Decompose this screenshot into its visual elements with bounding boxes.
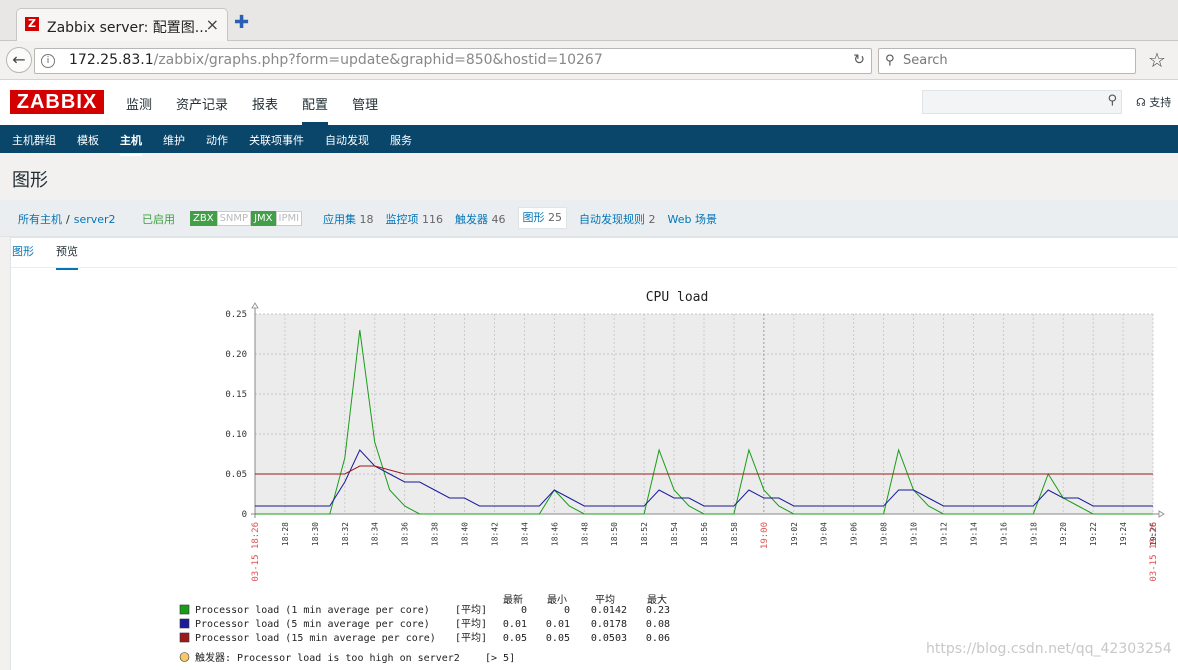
- legend-agg: [平均]: [455, 604, 487, 616]
- x-tick-label: 19:04: [820, 522, 829, 546]
- x-axis-arrow: [1158, 510, 1165, 518]
- legend-min: 0.05: [546, 633, 570, 644]
- legend-agg: [平均]: [455, 618, 487, 630]
- x-tick-label: 18:50: [610, 522, 619, 546]
- legend-swatch: [179, 618, 190, 629]
- legend-trigger-cond: [> 5]: [485, 653, 515, 664]
- legend-max: 0.08: [646, 619, 670, 630]
- legend-min: 0.01: [546, 619, 570, 630]
- x-tick-label: 18:58: [730, 522, 739, 546]
- x-date-label: 03-15 18:26: [251, 522, 261, 582]
- legend-series-name: Processor load (1 min average per core): [195, 605, 430, 616]
- watermark: https://blog.csdn.net/qq_42303254: [926, 641, 1172, 657]
- x-tick-label: 18:46: [550, 522, 559, 546]
- x-tick-label: 19:00: [760, 522, 770, 549]
- x-tick-label: 18:42: [490, 522, 499, 546]
- x-tick-label: 19:02: [790, 522, 799, 546]
- x-tick-label: 19:24: [1119, 522, 1128, 546]
- x-tick-label: 19:16: [999, 522, 1008, 546]
- y-tick-label: 0.15: [225, 390, 247, 400]
- legend-avg: 0.0503: [591, 633, 627, 644]
- trigger-icon: [179, 652, 190, 662]
- x-tick-label: 18:48: [580, 522, 589, 546]
- legend-agg: [平均]: [455, 632, 487, 644]
- x-tick-label: 19:20: [1059, 522, 1068, 546]
- legend-series-name: Processor load (5 min average per core): [195, 619, 430, 630]
- legend-min: 0: [564, 605, 570, 616]
- x-tick-label: 18:52: [640, 522, 649, 546]
- legend-max: 0.06: [646, 633, 670, 644]
- x-tick-label: 18:54: [670, 522, 679, 546]
- legend-last: 0: [521, 605, 527, 616]
- x-tick-label: 18:44: [520, 522, 529, 546]
- legend-avg: 0.0142: [591, 605, 627, 616]
- legend-max: 0.23: [646, 605, 670, 616]
- cpu-load-graph: CPU load 0.25 0.20 0.15 0.10 0.05 0 18:28 18:30 1…: [179, 290, 1165, 664]
- x-tick-label: 18:28: [281, 522, 290, 546]
- x-tick-label: 19:06: [850, 522, 859, 546]
- x-tick-label: 19:22: [1089, 522, 1098, 546]
- x-tick-label: 19:18: [1029, 522, 1038, 546]
- chart-title: CPU load: [646, 290, 709, 305]
- x-tick-label: 19:12: [939, 522, 948, 546]
- legend-swatch: [179, 632, 190, 643]
- legend-avg: 0.0178: [591, 619, 627, 630]
- y-tick-label: 0: [242, 510, 247, 520]
- y-axis-arrow: [251, 302, 259, 309]
- legend-last: 0.05: [503, 633, 527, 644]
- x-tick-label: 18:40: [461, 522, 470, 546]
- x-tick-label: 18:30: [311, 522, 320, 546]
- x-tick-label: 18:32: [341, 522, 350, 546]
- x-tick-label: 18:36: [401, 522, 410, 546]
- legend-last: 0.01: [503, 619, 527, 630]
- y-tick-label: 0.20: [225, 350, 247, 360]
- y-tick-label: 0.10: [225, 430, 247, 440]
- legend-trigger: 触发器: Processor load is too high on serve…: [195, 651, 460, 664]
- x-tick-label: 19:10: [910, 522, 919, 546]
- x-tick-label: 19:08: [880, 522, 889, 546]
- x-tick-label: 18:56: [700, 522, 709, 546]
- x-tick-label: 18:38: [431, 522, 440, 546]
- legend-series-name: Processor load (15 min average per core): [195, 633, 436, 644]
- x-date-label: 03-15 19:26: [1149, 522, 1159, 582]
- y-tick-label: 0.05: [225, 470, 247, 480]
- x-tick-label: 18:34: [371, 522, 380, 546]
- x-tick-label: 19:14: [969, 522, 978, 546]
- legend-swatch: [179, 604, 190, 615]
- y-tick-label: 0.25: [225, 310, 247, 320]
